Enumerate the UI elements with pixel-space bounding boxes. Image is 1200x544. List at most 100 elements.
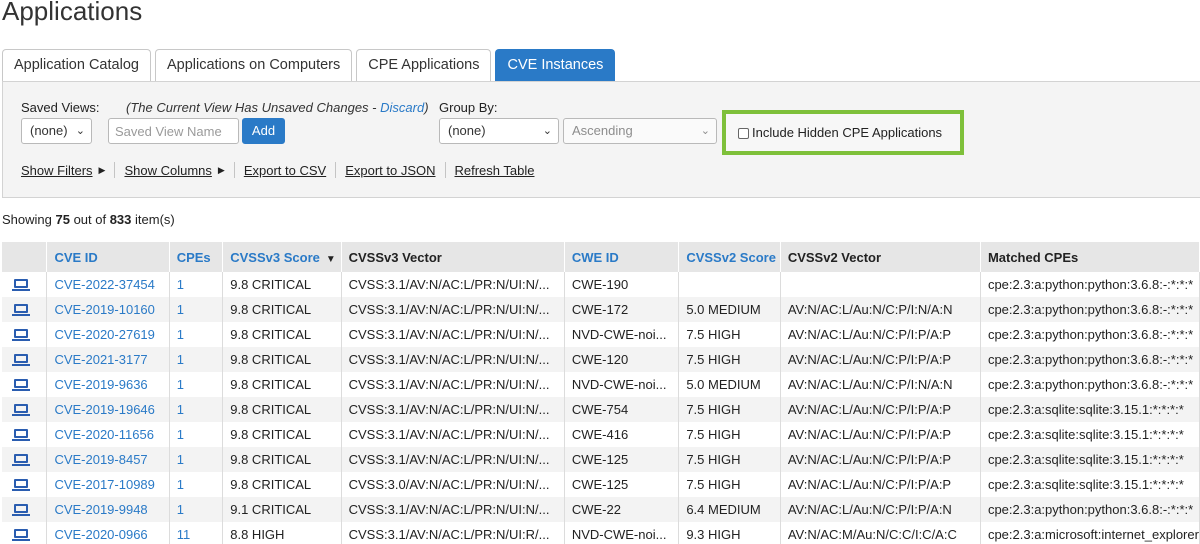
cvssv2-score-cell: 7.5 HIGH: [678, 472, 781, 497]
sort-order-select[interactable]: Ascending ⌄: [563, 118, 717, 144]
cpes-count-link[interactable]: 1: [169, 472, 224, 497]
tab-cve-instances[interactable]: CVE Instances: [495, 49, 616, 81]
cpes-count-link[interactable]: 1: [169, 322, 224, 347]
row-icon-cell[interactable]: [2, 347, 48, 372]
discard-link[interactable]: Discard: [380, 100, 424, 115]
table-header-row: CVE ID CPEs CVSSv3 Score ▼ CVSSv3 Vector …: [2, 242, 1200, 272]
cvssv3-score-cell: 9.8 CRITICAL: [222, 397, 342, 422]
computer-icon[interactable]: [12, 329, 30, 341]
cpes-count-link[interactable]: 1: [169, 347, 224, 372]
export-csv-link[interactable]: Export to CSV: [244, 163, 326, 178]
table-row[interactable]: CVE-2020-0966 11 8.8 HIGH CVSS:3.1/AV:N/AC:…: [2, 522, 1200, 544]
cpes-count-link[interactable]: 1: [169, 447, 224, 472]
refresh-table-link[interactable]: Refresh Table: [455, 163, 535, 178]
show-filters-link[interactable]: Show Filters: [21, 163, 93, 178]
cve-id-link[interactable]: CVE-2019-19646: [46, 397, 170, 422]
include-hidden-checkbox[interactable]: [738, 128, 749, 139]
table-row[interactable]: CVE-2019-9636 1 9.8 CRITICAL CVSS:3.1/AV:N/…: [2, 372, 1200, 397]
cvssv3-score-cell: 9.1 CRITICAL: [222, 497, 342, 522]
cve-id-link[interactable]: CVE-2019-8457: [46, 447, 170, 472]
row-icon-cell[interactable]: [2, 297, 48, 322]
table-row[interactable]: CVE-2019-8457 1 9.8 CRITICAL CVSS:3.1/AV:N/…: [2, 447, 1200, 472]
column-header-cvssv3-vector[interactable]: CVSSv3 Vector: [341, 242, 565, 272]
computer-icon[interactable]: [12, 279, 30, 291]
show-columns-link[interactable]: Show Columns: [124, 163, 211, 178]
table-row[interactable]: CVE-2020-27619 1 9.8 CRITICAL CVSS:3.1/AV:N…: [2, 322, 1200, 347]
table-row[interactable]: CVE-2021-3177 1 9.8 CRITICAL CVSS:3.1/AV:N/…: [2, 347, 1200, 372]
cve-id-link[interactable]: CVE-2020-27619: [46, 322, 170, 347]
column-header-cve-id[interactable]: CVE ID: [46, 242, 170, 272]
cpes-count-link[interactable]: 1: [169, 497, 224, 522]
cve-id-link[interactable]: CVE-2021-3177: [46, 347, 170, 372]
chevron-down-icon: ⌄: [542, 125, 552, 137]
shown-count: 75: [55, 212, 70, 227]
row-icon-cell[interactable]: [2, 322, 48, 347]
cpes-count-link[interactable]: 11: [169, 522, 224, 544]
cve-id-link[interactable]: CVE-2017-10989: [46, 472, 170, 497]
computer-icon[interactable]: [12, 529, 30, 541]
computer-icon[interactable]: [12, 454, 30, 466]
column-header-cpes[interactable]: CPEs: [169, 242, 224, 272]
export-json-link[interactable]: Export to JSON: [345, 163, 435, 178]
sort-descending-icon: ▼: [325, 253, 336, 265]
column-header-cvssv2-score[interactable]: CVSSv2 Score: [678, 242, 781, 272]
cpes-count-link[interactable]: 1: [169, 397, 224, 422]
column-header-cvssv2-vector[interactable]: CVSSv2 Vector: [780, 242, 981, 272]
tab-applications-on-computers[interactable]: Applications on Computers: [154, 49, 353, 81]
cpes-count-link[interactable]: 1: [169, 372, 224, 397]
computer-icon[interactable]: [12, 354, 30, 366]
row-icon-cell[interactable]: [2, 372, 48, 397]
computer-icon[interactable]: [12, 404, 30, 416]
cwe-id-cell: CWE-190: [564, 272, 680, 297]
cvssv3-score-cell: 9.8 CRITICAL: [222, 472, 342, 497]
group-by-select[interactable]: (none) ⌄: [439, 118, 559, 144]
row-icon-cell[interactable]: [2, 497, 48, 522]
cvssv3-score-cell: 9.8 CRITICAL: [222, 272, 342, 297]
saved-views-select[interactable]: (none) ⌄: [21, 118, 92, 144]
row-icon-cell[interactable]: [2, 472, 48, 497]
computer-icon[interactable]: [12, 379, 30, 391]
tab-cpe-applications[interactable]: CPE Applications: [356, 49, 492, 81]
matched-cpes-cell: cpe:2.3:a:python:python:3.6.8:-:*:*:*: [980, 497, 1200, 522]
cpes-count-link[interactable]: 1: [169, 297, 224, 322]
cpes-count-link[interactable]: 1: [169, 422, 224, 447]
cvssv3-score-cell: 9.8 CRITICAL: [222, 347, 342, 372]
matched-cpes-cell: cpe:2.3:a:sqlite:sqlite:3.15.1:*:*:*:*: [980, 472, 1200, 497]
cve-id-link[interactable]: CVE-2020-0966: [46, 522, 170, 544]
include-hidden-label[interactable]: Include Hidden CPE Applications: [752, 125, 942, 140]
cpes-count-link[interactable]: 1: [169, 272, 224, 297]
cve-id-link[interactable]: CVE-2019-9948: [46, 497, 170, 522]
table-row[interactable]: CVE-2019-10160 1 9.8 CRITICAL CVSS:3.1/AV:N…: [2, 297, 1200, 322]
total-count: 833: [109, 212, 132, 227]
saved-view-name-input[interactable]: [108, 118, 239, 144]
table-row[interactable]: CVE-2017-10989 1 9.8 CRITICAL CVSS:3.0/AV:N…: [2, 472, 1200, 497]
column-header-cvssv3-score[interactable]: CVSSv3 Score ▼: [222, 242, 342, 272]
column-header-matched-cpes[interactable]: Matched CPEs: [980, 242, 1200, 272]
cve-id-link[interactable]: CVE-2022-37454: [46, 272, 170, 297]
tab-application-catalog[interactable]: Application Catalog: [2, 49, 151, 81]
cvssv3-vector-cell: CVSS:3.1/AV:N/AC:L/PR:N/UI:N/...: [341, 297, 565, 322]
add-button[interactable]: Add: [242, 118, 285, 144]
table-row[interactable]: CVE-2019-9948 1 9.1 CRITICAL CVSS:3.1/AV:N/…: [2, 497, 1200, 522]
matched-cpes-cell: cpe:2.3:a:python:python:3.6.8:-:*:*:*: [980, 297, 1200, 322]
computer-icon[interactable]: [12, 304, 30, 316]
cvssv3-vector-cell: CVSS:3.1/AV:N/AC:L/PR:N/UI:N/...: [341, 322, 565, 347]
computer-icon[interactable]: [12, 504, 30, 516]
row-icon-cell[interactable]: [2, 397, 48, 422]
computer-icon[interactable]: [12, 479, 30, 491]
computer-icon[interactable]: [12, 429, 30, 441]
cve-id-link[interactable]: CVE-2019-9636: [46, 372, 170, 397]
row-icon-cell[interactable]: [2, 522, 48, 544]
sort-order-value: Ascending: [572, 123, 633, 138]
cvssv2-score-cell: 9.3 HIGH: [678, 522, 781, 544]
row-icon-cell[interactable]: [2, 447, 48, 472]
cve-id-link[interactable]: CVE-2020-11656: [46, 422, 170, 447]
cve-id-link[interactable]: CVE-2019-10160: [46, 297, 170, 322]
row-icon-cell[interactable]: [2, 422, 48, 447]
column-header-cwe-id[interactable]: CWE ID: [564, 242, 680, 272]
cwe-id-cell: NVD-CWE-noi...: [564, 322, 680, 347]
table-row[interactable]: CVE-2019-19646 1 9.8 CRITICAL CVSS:3.1/AV:N…: [2, 397, 1200, 422]
row-icon-cell[interactable]: [2, 272, 48, 297]
table-row[interactable]: CVE-2020-11656 1 9.8 CRITICAL CVSS:3.1/AV:N…: [2, 422, 1200, 447]
table-row[interactable]: CVE-2022-37454 1 9.8 CRITICAL CVSS:3.1/AV:N…: [2, 272, 1200, 297]
